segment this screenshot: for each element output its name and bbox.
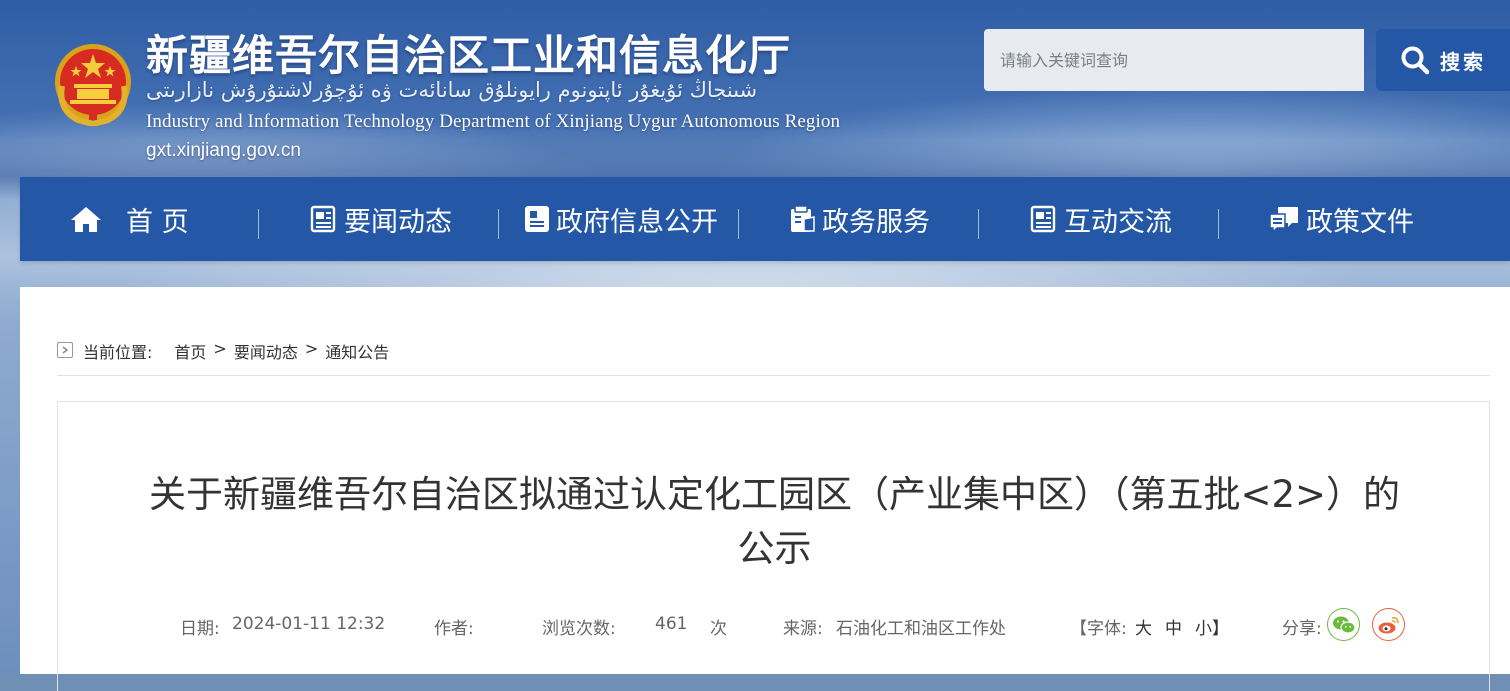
site-title-uyghur: شىنجاڭ ئۇيغۇر ئاپتونوم رايونلۇق سانائەت … <box>146 78 758 102</box>
main-nav: 首 页 要闻动态 政府信息公开 政务服务 互动交流 政策文件 <box>20 177 1510 261</box>
font-size-small-button[interactable]: 小】 <box>1195 614 1229 639</box>
views-label: 浏览次数: <box>542 619 616 639</box>
date-label: 日期: <box>180 619 220 639</box>
publish-date: 2024-01-11 12:32 <box>232 614 386 634</box>
search-icon <box>1401 46 1430 75</box>
share-label: 分享: <box>1282 619 1322 639</box>
nav-item-label: 互动交流 <box>1064 206 1172 238</box>
search-input[interactable] <box>984 29 1364 91</box>
nav-item-news[interactable]: 要闻动态 <box>310 177 452 261</box>
nav-divider <box>1218 209 1219 239</box>
search-button-label: 搜索 <box>1440 49 1486 74</box>
nav-divider <box>978 209 979 239</box>
nav-item-label: 政府信息公开 <box>556 206 718 238</box>
breadcrumb-label: 当前位置: <box>83 343 153 362</box>
nav-item-label: 政务服务 <box>822 206 930 238</box>
nav-item-label: 政策文件 <box>1306 206 1414 238</box>
nav-item-policy[interactable]: 政策文件 <box>1268 177 1414 261</box>
breadcrumb-notices[interactable]: 通知公告 <box>325 339 389 363</box>
breadcrumb-separator: > <box>213 339 227 358</box>
search-button[interactable]: 搜索 <box>1376 29 1510 91</box>
share-wechat-button[interactable] <box>1327 608 1360 641</box>
breadcrumb-home[interactable]: 首页 <box>174 339 206 363</box>
views-count: 461 <box>655 614 688 634</box>
nav-item-gov-info[interactable]: 政府信息公开 <box>524 177 718 261</box>
font-size-label: 【字体: <box>1070 619 1127 639</box>
nav-item-label: 要闻动态 <box>344 206 452 238</box>
service-icon <box>791 205 815 232</box>
interaction-icon <box>1030 205 1056 233</box>
nav-item-label: 首 页 <box>126 206 189 238</box>
site-title-english: Industry and Information Technology Depa… <box>146 111 841 132</box>
source-value: 石油化工和油区工作处 <box>836 619 1006 639</box>
wechat-icon <box>1332 616 1356 634</box>
breadcrumb: 当前位置: 首页 > 要闻动态 > 通知公告 <box>57 339 1490 376</box>
nav-divider <box>498 209 499 239</box>
location-arrow-icon <box>57 342 73 358</box>
article-title: 关于新疆维吾尔自治区拟通过认定化工园区（产业集中区）（第五批<2>）的 公示 <box>58 468 1491 576</box>
breadcrumb-news[interactable]: 要闻动态 <box>234 339 298 363</box>
views-unit: 次 <box>710 619 727 639</box>
breadcrumb-separator: > <box>304 339 319 358</box>
font-size-large-button[interactable]: 大 <box>1135 614 1152 639</box>
nav-divider <box>738 209 739 239</box>
nav-item-home[interactable]: 首 页 <box>70 177 189 261</box>
author-label: 作者: <box>434 619 474 639</box>
main-content: 当前位置: 首页 > 要闻动态 > 通知公告 关于新疆维吾尔自治区拟通过认定化工… <box>20 287 1510 691</box>
font-size-medium-button[interactable]: 中 <box>1165 614 1182 639</box>
national-emblem-icon <box>55 44 131 126</box>
nav-item-services[interactable]: 政务服务 <box>790 177 930 261</box>
article-meta: 日期: 2024-01-11 12:32 作者: 浏览次数: 461 次 来源:… <box>58 608 1491 641</box>
source-label: 来源: <box>783 619 823 639</box>
weibo-icon <box>1378 616 1399 633</box>
home-icon <box>71 207 101 232</box>
nav-divider <box>258 209 259 239</box>
article-title-line2: 公示 <box>737 527 812 570</box>
article-title-line1: 关于新疆维吾尔自治区拟通过认定化工园区（产业集中区）（第五批<2>）的 <box>148 473 1401 516</box>
site-title-chinese: 新疆维吾尔自治区工业和信息化厅 <box>146 31 792 80</box>
policy-icon <box>1269 207 1298 233</box>
share-weibo-button[interactable] <box>1372 608 1405 641</box>
nav-item-interaction[interactable]: 互动交流 <box>1030 177 1172 261</box>
news-icon <box>310 205 336 233</box>
site-url: gxt.xinjiang.gov.cn <box>146 140 301 161</box>
article-panel: 关于新疆维吾尔自治区拟通过认定化工园区（产业集中区）（第五批<2>）的 公示 日… <box>57 401 1490 691</box>
info-icon <box>525 206 549 232</box>
